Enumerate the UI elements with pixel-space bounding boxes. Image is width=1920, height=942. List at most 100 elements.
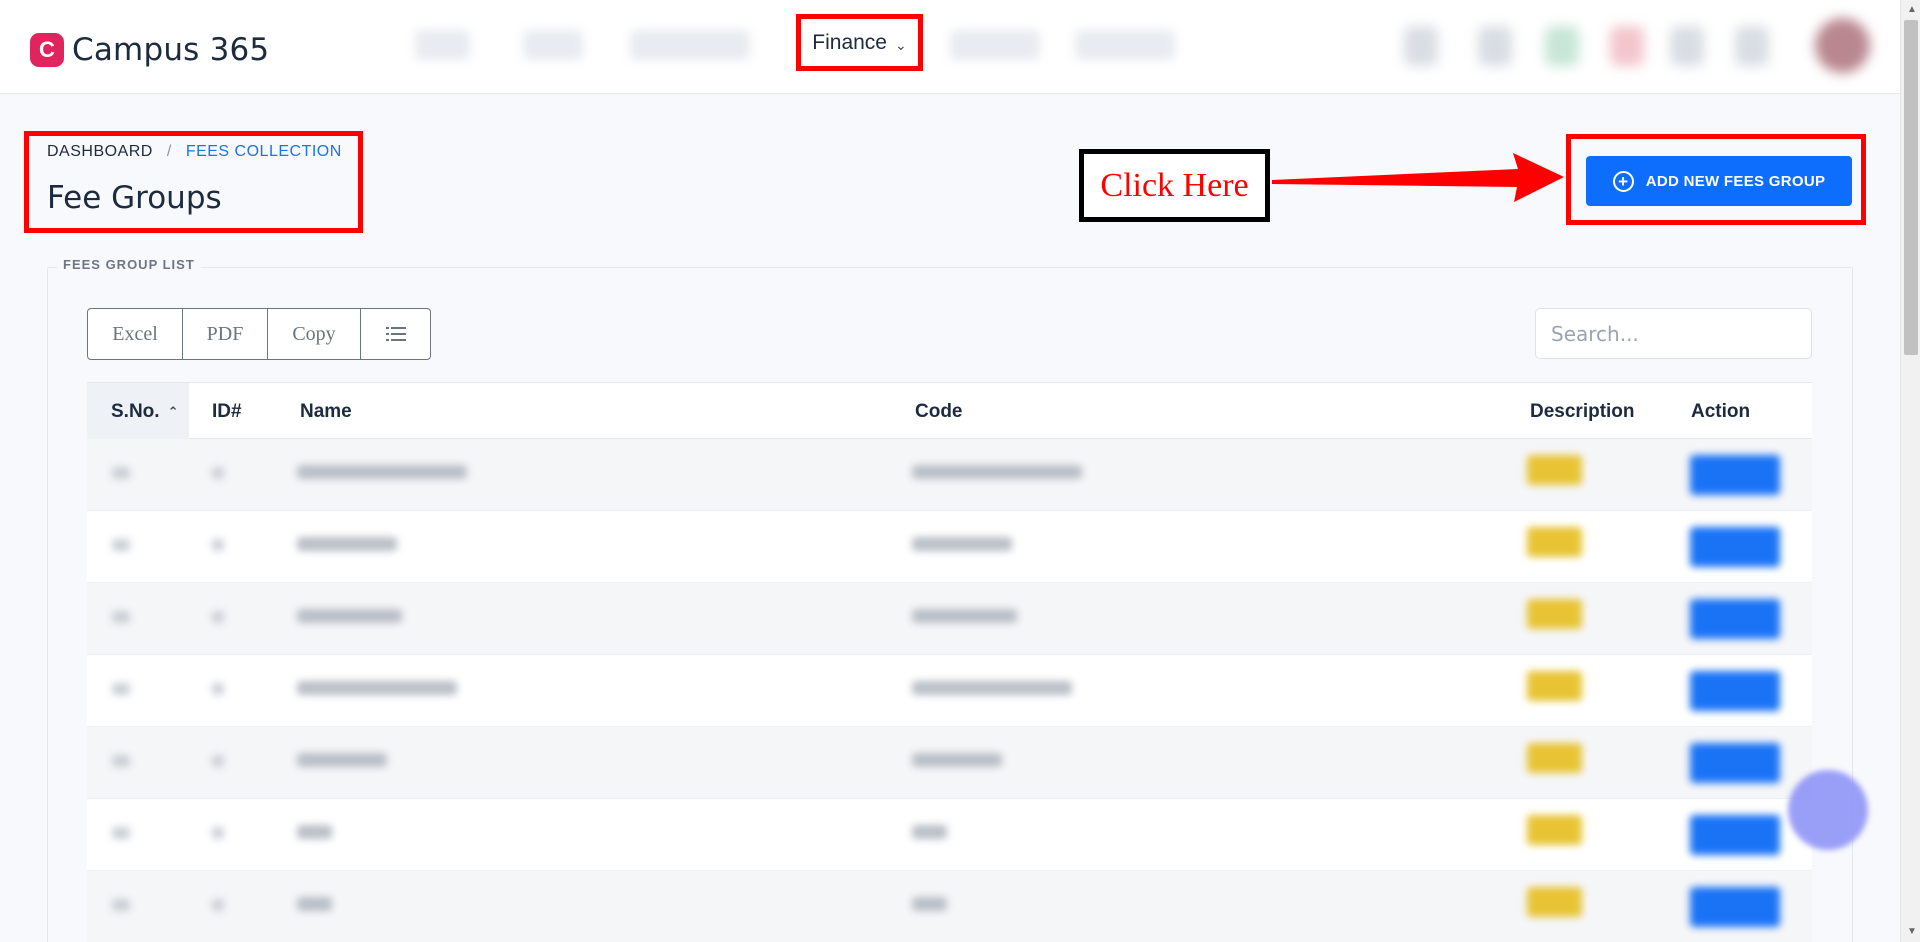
top-navbar: C Campus 365 Finance ⌄ [0, 0, 1900, 94]
add-new-fees-group-label: ADD NEW FEES GROUP [1645, 172, 1826, 190]
row-description-badge[interactable] [1527, 599, 1582, 629]
nav-item-blurred-3[interactable] [630, 30, 750, 60]
excel-button[interactable]: Excel [88, 309, 183, 359]
row-description-badge[interactable] [1527, 455, 1582, 485]
row-action-button[interactable] [1690, 599, 1780, 639]
scroll-down-arrow-icon[interactable]: ▼ [1907, 926, 1917, 937]
search-input[interactable] [1535, 308, 1812, 359]
breadcrumb-dashboard[interactable]: DASHBOARD [47, 143, 153, 161]
row-name [297, 753, 387, 767]
apps-icon[interactable] [1478, 26, 1512, 66]
row-description-badge[interactable] [1527, 671, 1582, 701]
row-id [212, 683, 224, 695]
table-row [87, 799, 1812, 871]
row-code [912, 609, 1017, 623]
column-sno[interactable]: S.No. ⌃ [87, 383, 189, 440]
panel-legend: FEES GROUP LIST [57, 257, 201, 272]
row-code [912, 897, 947, 911]
row-id [212, 539, 224, 551]
row-name [297, 537, 397, 551]
search-icon[interactable] [1404, 26, 1438, 66]
row-code [912, 537, 1012, 551]
copy-button[interactable]: Copy [268, 309, 361, 359]
table-header: S.No. ⌃ ID# Name Code Description Action [87, 382, 1812, 440]
row-name [297, 609, 402, 623]
column-name[interactable]: Name [300, 383, 352, 440]
row-code [912, 753, 1002, 767]
row-sno [112, 467, 130, 479]
scrollbar-thumb[interactable] [1904, 20, 1918, 355]
row-action-button[interactable] [1690, 815, 1780, 855]
row-id [212, 467, 224, 479]
chevron-down-icon: ⌄ [894, 37, 907, 53]
alert-icon[interactable] [1610, 26, 1644, 66]
row-code [912, 465, 1082, 479]
table-row [87, 871, 1812, 942]
row-description-badge[interactable] [1527, 743, 1582, 773]
table-row [87, 439, 1812, 511]
row-name [297, 825, 332, 839]
click-here-annotation: Click Here [1079, 149, 1270, 222]
column-description[interactable]: Description [1530, 383, 1635, 440]
nav-finance-menu[interactable]: Finance ⌄ [796, 14, 923, 71]
page-scrollbar[interactable]: ▲ ▼ [1900, 0, 1920, 942]
row-sno [112, 611, 130, 623]
row-sno [112, 683, 130, 695]
brand-logo-icon: C [30, 33, 64, 67]
row-name [297, 681, 457, 695]
row-action-button[interactable] [1690, 527, 1780, 567]
table-row [87, 583, 1812, 655]
row-code [912, 681, 1072, 695]
row-description-badge[interactable] [1527, 815, 1582, 845]
floating-help-button[interactable] [1788, 770, 1868, 850]
row-code [912, 825, 947, 839]
add-new-fees-group-button[interactable]: + ADD NEW FEES GROUP [1586, 156, 1852, 206]
row-name [297, 465, 467, 479]
breadcrumb-current: FEES COLLECTION [185, 143, 342, 160]
nav-item-blurred-2[interactable] [523, 30, 583, 60]
row-id [212, 611, 224, 623]
table-row [87, 727, 1812, 799]
sort-asc-icon: ⌃ [167, 403, 179, 419]
column-action[interactable]: Action [1691, 383, 1750, 440]
pdf-button[interactable]: PDF [183, 309, 268, 359]
table-row [87, 511, 1812, 583]
brand-name: Campus 365 [72, 32, 270, 68]
nav-item-blurred-1[interactable] [415, 30, 470, 60]
list-icon [385, 327, 406, 341]
export-button-group: Excel PDF Copy [87, 308, 431, 360]
avatar[interactable] [1815, 18, 1870, 73]
row-id [212, 899, 224, 911]
click-here-text: Click Here [1100, 166, 1249, 204]
table-body [87, 439, 1812, 942]
column-id[interactable]: ID# [212, 383, 242, 440]
row-description-badge[interactable] [1527, 887, 1582, 917]
row-id [212, 827, 224, 839]
table-row [87, 655, 1812, 727]
row-action-button[interactable] [1690, 887, 1780, 927]
settings-icon[interactable] [1735, 26, 1769, 66]
brand-logo[interactable]: C Campus 365 [30, 32, 269, 68]
row-sno [112, 827, 130, 839]
plus-circle-icon: + [1612, 170, 1634, 192]
row-sno [112, 755, 130, 767]
column-visibility-button[interactable] [361, 309, 430, 359]
nav-item-blurred-4[interactable] [950, 30, 1040, 60]
arrow-right-icon [1272, 153, 1564, 202]
message-icon[interactable] [1670, 26, 1704, 66]
scroll-up-arrow-icon[interactable]: ▲ [1907, 4, 1917, 15]
breadcrumb: DASHBOARD / FEES COLLECTION [47, 143, 342, 161]
row-id [212, 755, 224, 767]
notification-icon[interactable] [1545, 26, 1579, 66]
page-title: Fee Groups [47, 180, 222, 216]
column-sno-label: S.No. [111, 400, 160, 422]
column-code[interactable]: Code [915, 383, 963, 440]
row-action-button[interactable] [1690, 671, 1780, 711]
row-action-button[interactable] [1690, 743, 1780, 783]
row-name [297, 897, 332, 911]
row-description-badge[interactable] [1527, 527, 1582, 557]
row-sno [112, 539, 130, 551]
row-action-button[interactable] [1690, 455, 1780, 495]
breadcrumb-separator: / [166, 143, 172, 160]
nav-item-blurred-5[interactable] [1075, 30, 1175, 60]
